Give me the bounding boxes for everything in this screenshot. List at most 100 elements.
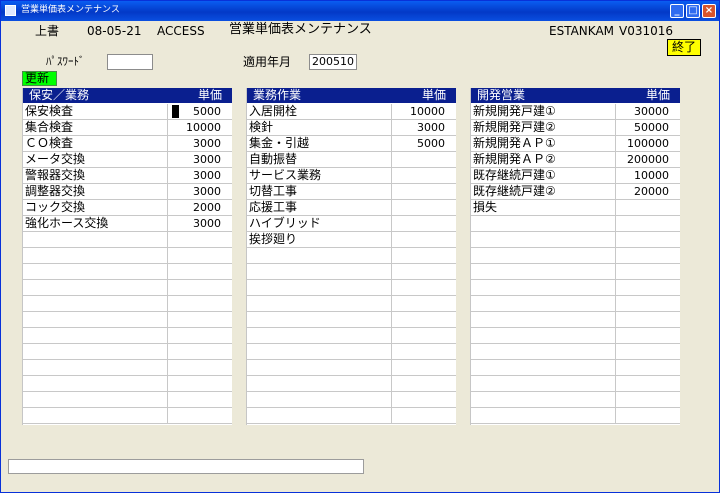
unit-price-cell[interactable] — [393, 312, 449, 327]
unit-price-cell[interactable]: 10000 — [169, 120, 225, 135]
unit-price-cell[interactable] — [169, 328, 225, 343]
item-name-cell[interactable] — [247, 344, 392, 359]
unit-price-cell[interactable]: 20000 — [617, 184, 673, 199]
unit-price-cell[interactable] — [617, 328, 673, 343]
unit-price-cell[interactable] — [169, 408, 225, 423]
item-name-cell[interactable] — [471, 344, 616, 359]
unit-price-cell[interactable] — [393, 168, 449, 183]
maximize-button[interactable]: □ — [686, 4, 700, 18]
minimize-button[interactable]: _ — [670, 4, 684, 18]
unit-price-cell[interactable] — [393, 344, 449, 359]
item-name-cell[interactable]: 新規開発戸建① — [471, 104, 616, 119]
item-name-cell[interactable] — [23, 280, 168, 295]
end-button[interactable]: 終了 — [667, 39, 701, 56]
item-name-cell[interactable] — [471, 328, 616, 343]
unit-price-cell[interactable] — [169, 264, 225, 279]
item-name-cell[interactable]: ハイブリッド — [247, 216, 392, 231]
item-name-cell[interactable]: 応援工事 — [247, 200, 392, 215]
unit-price-cell[interactable] — [393, 248, 449, 263]
item-name-cell[interactable]: 既存継続戸建② — [471, 184, 616, 199]
unit-price-cell[interactable] — [169, 280, 225, 295]
unit-price-cell[interactable] — [617, 280, 673, 295]
unit-price-cell[interactable]: 3000 — [169, 136, 225, 151]
item-name-cell[interactable] — [471, 296, 616, 311]
item-name-cell[interactable] — [471, 360, 616, 375]
item-name-cell[interactable] — [247, 264, 392, 279]
unit-price-cell[interactable] — [617, 344, 673, 359]
unit-price-cell[interactable] — [393, 200, 449, 215]
unit-price-cell[interactable] — [393, 232, 449, 247]
item-name-cell[interactable] — [23, 408, 168, 423]
item-name-cell[interactable]: 損失 — [471, 200, 616, 215]
item-name-cell[interactable] — [23, 296, 168, 311]
unit-price-cell[interactable] — [393, 184, 449, 199]
item-name-cell[interactable] — [247, 248, 392, 263]
unit-price-cell[interactable]: 2000 — [169, 200, 225, 215]
unit-price-cell[interactable] — [169, 376, 225, 391]
password-input[interactable] — [107, 54, 153, 70]
item-name-cell[interactable] — [247, 360, 392, 375]
item-name-cell[interactable] — [23, 360, 168, 375]
close-button[interactable]: × — [702, 4, 716, 18]
unit-price-cell[interactable]: 5000 — [393, 136, 449, 151]
item-name-cell[interactable] — [247, 376, 392, 391]
item-name-cell[interactable]: サービス業務 — [247, 168, 392, 183]
unit-price-cell[interactable] — [393, 280, 449, 295]
unit-price-cell[interactable] — [617, 376, 673, 391]
unit-price-cell[interactable] — [617, 248, 673, 263]
item-name-cell[interactable]: 集合検査 — [23, 120, 168, 135]
unit-price-cell[interactable]: 200000 — [617, 152, 673, 167]
item-name-cell[interactable]: 保安検査 — [23, 104, 168, 119]
unit-price-cell[interactable] — [169, 248, 225, 263]
item-name-cell[interactable] — [23, 264, 168, 279]
item-name-cell[interactable]: 警報器交換 — [23, 168, 168, 183]
unit-price-cell[interactable] — [393, 376, 449, 391]
item-name-cell[interactable] — [247, 408, 392, 423]
item-name-cell[interactable]: 自動振替 — [247, 152, 392, 167]
title-bar[interactable]: 営業単価表メンテナンス _ □ × — [1, 1, 719, 21]
unit-price-cell[interactable] — [393, 296, 449, 311]
unit-price-cell[interactable] — [169, 344, 225, 359]
unit-price-cell[interactable]: 10000 — [617, 168, 673, 183]
item-name-cell[interactable] — [23, 232, 168, 247]
unit-price-cell[interactable] — [169, 360, 225, 375]
item-name-cell[interactable] — [23, 344, 168, 359]
unit-price-cell[interactable] — [617, 408, 673, 423]
item-name-cell[interactable]: 新規開発ＡＰ② — [471, 152, 616, 167]
unit-price-cell[interactable] — [393, 360, 449, 375]
item-name-cell[interactable] — [23, 392, 168, 407]
update-button[interactable]: 更新 — [22, 71, 57, 86]
item-name-cell[interactable] — [471, 392, 616, 407]
unit-price-cell[interactable]: 100000 — [617, 136, 673, 151]
unit-price-cell[interactable] — [617, 312, 673, 327]
unit-price-cell[interactable] — [169, 392, 225, 407]
unit-price-cell[interactable] — [169, 232, 225, 247]
item-name-cell[interactable] — [471, 408, 616, 423]
item-name-cell[interactable] — [247, 392, 392, 407]
item-name-cell[interactable] — [23, 248, 168, 263]
unit-price-cell[interactable] — [617, 216, 673, 231]
item-name-cell[interactable]: 入居開栓 — [247, 104, 392, 119]
unit-price-cell[interactable] — [617, 360, 673, 375]
unit-price-cell[interactable] — [393, 392, 449, 407]
unit-price-cell[interactable] — [617, 392, 673, 407]
unit-price-cell[interactable] — [393, 408, 449, 423]
unit-price-cell[interactable] — [169, 296, 225, 311]
unit-price-cell[interactable]: 50000 — [617, 120, 673, 135]
item-name-cell[interactable] — [23, 312, 168, 327]
unit-price-cell[interactable] — [169, 312, 225, 327]
item-name-cell[interactable]: 既存継続戸建① — [471, 168, 616, 183]
item-name-cell[interactable]: 切替工事 — [247, 184, 392, 199]
item-name-cell[interactable]: メータ交換 — [23, 152, 168, 167]
unit-price-cell[interactable] — [617, 296, 673, 311]
unit-price-cell[interactable] — [617, 232, 673, 247]
unit-price-cell[interactable]: 3000 — [169, 184, 225, 199]
item-name-cell[interactable]: 検針 — [247, 120, 392, 135]
unit-price-cell[interactable]: 3000 — [169, 216, 225, 231]
unit-price-cell[interactable] — [393, 264, 449, 279]
item-name-cell[interactable] — [471, 248, 616, 263]
item-name-cell[interactable] — [247, 312, 392, 327]
item-name-cell[interactable] — [247, 296, 392, 311]
unit-price-cell[interactable]: 3000 — [393, 120, 449, 135]
item-name-cell[interactable] — [23, 376, 168, 391]
